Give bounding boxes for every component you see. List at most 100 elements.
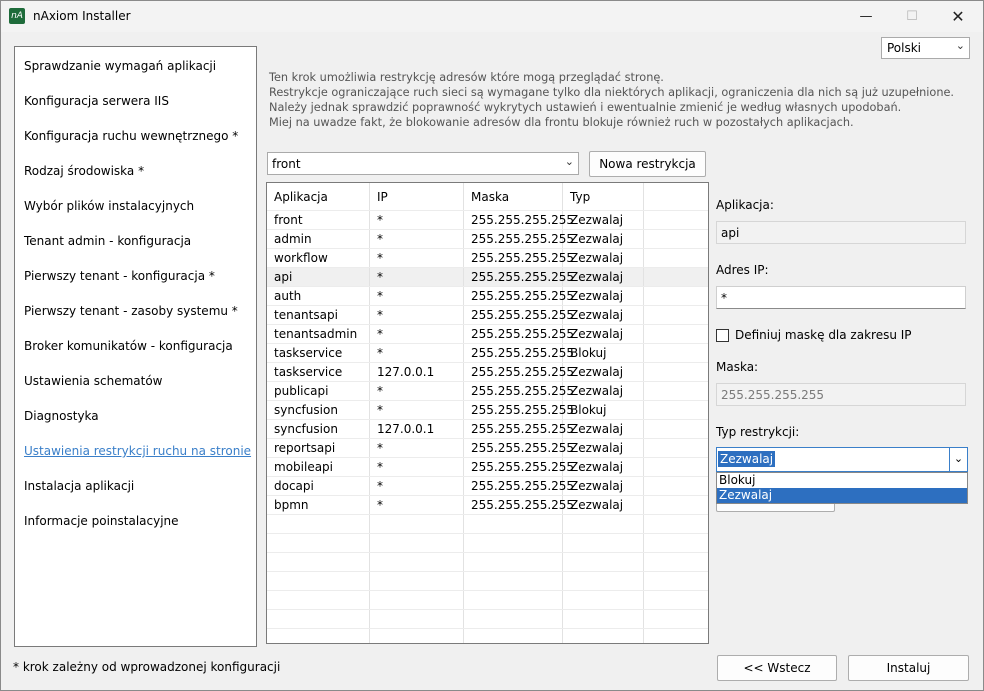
table-cell: Zezwalaj — [563, 439, 644, 458]
empty-table-cell — [563, 572, 644, 591]
language-value: Polski — [887, 41, 922, 55]
dropdown-option-zezwalaj[interactable]: Zezwalaj — [717, 488, 967, 503]
grid-line — [267, 495, 708, 496]
column-header-mask[interactable]: Maska — [464, 183, 563, 211]
step-item: Ustawienia schematów — [24, 374, 163, 388]
mask-label: Maska: — [716, 360, 759, 374]
table-row[interactable]: syncfusion * 255.255.255.255 Blokuj — [267, 401, 708, 420]
table-cell: api — [267, 268, 370, 287]
empty-table-cell — [464, 591, 563, 610]
table-cell: * — [370, 344, 464, 363]
empty-table-row — [267, 534, 708, 553]
table-row[interactable]: workflow * 255.255.255.255 Zezwalaj — [267, 249, 708, 268]
restrictions-table[interactable]: Aplikacja IP Maska Typ front * 255.255.255… — [266, 182, 709, 644]
table-cell: Zezwalaj — [563, 458, 644, 477]
empty-table-cell — [370, 591, 464, 610]
table-cell: * — [370, 458, 464, 477]
grid-line — [267, 552, 708, 553]
column-header-app[interactable]: Aplikacja — [267, 183, 370, 211]
table-cell: 255.255.255.255 — [464, 477, 574, 496]
table-cell: * — [370, 439, 464, 458]
table-cell: 127.0.0.1 — [370, 363, 464, 382]
empty-table-cell — [644, 534, 708, 553]
table-row[interactable]: tenantsapi * 255.255.255.255 Zezwalaj — [267, 306, 708, 325]
step-item[interactable]: Ustawienia restrykcji ruchu na stronie — [24, 444, 251, 458]
table-row[interactable]: publicapi * 255.255.255.255 Zezwalaj — [267, 382, 708, 401]
grid-line — [267, 628, 708, 629]
app-label: Aplikacja: — [716, 198, 774, 212]
empty-table-cell — [644, 515, 708, 534]
table-cell-filler — [644, 268, 708, 287]
dropdown-option-blokuj[interactable]: Blokuj — [717, 473, 967, 488]
type-label: Typ restrykcji: — [716, 425, 800, 439]
step-item: Diagnostyka — [24, 409, 99, 423]
table-row[interactable]: syncfusion 127.0.0.1 255.255.255.255 Zezwal… — [267, 420, 708, 439]
grid-line — [267, 400, 708, 401]
table-cell: * — [370, 306, 464, 325]
mask-field: 255.255.255.255 — [716, 383, 966, 406]
restriction-type-dropdown[interactable]: Blokuj Zezwalaj — [716, 472, 968, 504]
table-row[interactable]: reportsapi * 255.255.255.255 Zezwalaj — [267, 439, 708, 458]
maximize-button[interactable]: ☐ — [889, 1, 935, 32]
table-row[interactable]: api * 255.255.255.255 Zezwalaj — [267, 268, 708, 287]
empty-table-row — [267, 629, 708, 643]
empty-table-cell — [644, 629, 708, 643]
table-cell: Zezwalaj — [563, 382, 644, 401]
table-cell: 255.255.255.255 — [464, 363, 574, 382]
table-row[interactable]: taskservice 127.0.0.1 255.255.255.255 Zezwa… — [267, 363, 708, 382]
chevron-down-icon[interactable]: ⌄ — [949, 448, 967, 471]
table-row[interactable]: tenantsadmin * 255.255.255.255 Zezwalaj — [267, 325, 708, 344]
install-button[interactable]: Instaluj — [848, 655, 969, 681]
restriction-type-select[interactable]: Zezwalaj ⌄ — [716, 447, 968, 472]
table-cell: 255.255.255.255 — [464, 306, 574, 325]
table-row[interactable]: bpmn * 255.255.255.255 Zezwalaj — [267, 496, 708, 515]
mask-checkbox-label[interactable]: Definiuj maskę dla zakresu IP — [735, 328, 912, 342]
table-cell: * — [370, 211, 464, 230]
empty-table-cell — [644, 553, 708, 572]
table-cell: admin — [267, 230, 370, 249]
grid-line — [267, 362, 708, 363]
table-cell-filler — [644, 325, 708, 344]
back-button[interactable]: << Wstecz — [717, 655, 837, 681]
table-cell: Blokuj — [563, 401, 644, 420]
table-cell: mobileapi — [267, 458, 370, 477]
title-bar[interactable]: nA nAxiom Installer — ☐ ✕ — [1, 1, 983, 32]
step-item: Informacje poinstalacyjne — [24, 514, 179, 528]
table-cell-filler — [644, 306, 708, 325]
table-row[interactable]: front * 255.255.255.255 Zezwalaj — [267, 211, 708, 230]
close-button[interactable]: ✕ — [935, 1, 981, 32]
application-filter-value: front — [272, 157, 301, 171]
info-line: Należy jednak sprawdzić poprawność wykry… — [269, 101, 902, 114]
table-cell: * — [370, 230, 464, 249]
table-cell: front — [267, 211, 370, 230]
table-cell-filler — [644, 211, 708, 230]
table-row[interactable]: docapi * 255.255.255.255 Zezwalaj — [267, 477, 708, 496]
language-select[interactable]: Polski ⌄ — [881, 37, 970, 59]
table-cell: Zezwalaj — [563, 306, 644, 325]
table-cell: syncfusion — [267, 420, 370, 439]
empty-table-cell — [370, 534, 464, 553]
column-header-ip[interactable]: IP — [370, 183, 464, 211]
application-filter-select[interactable]: front ⌄ — [267, 152, 579, 175]
restriction-type-value: Zezwalaj — [718, 451, 776, 467]
grid-line — [267, 419, 708, 420]
ip-input[interactable]: * — [716, 286, 966, 309]
minimize-button[interactable]: — — [843, 1, 889, 32]
column-header-filler — [644, 183, 708, 211]
new-restriction-button[interactable]: Nowa restrykcja — [589, 151, 706, 177]
mask-checkbox[interactable] — [716, 329, 729, 342]
column-header-type[interactable]: Typ — [563, 183, 644, 211]
empty-table-row — [267, 553, 708, 572]
table-cell: * — [370, 325, 464, 344]
table-row[interactable]: auth * 255.255.255.255 Zezwalaj — [267, 287, 708, 306]
table-cell: Zezwalaj — [563, 268, 644, 287]
table-row[interactable]: admin * 255.255.255.255 Zezwalaj — [267, 230, 708, 249]
table-row[interactable]: mobileapi * 255.255.255.255 Zezwalaj — [267, 458, 708, 477]
table-row[interactable]: taskservice * 255.255.255.255 Blokuj — [267, 344, 708, 363]
table-cell-filler — [644, 496, 708, 515]
table-cell: 255.255.255.255 — [464, 496, 574, 515]
window-title: nAxiom Installer — [33, 9, 131, 23]
empty-table-cell — [644, 572, 708, 591]
table-cell: 255.255.255.255 — [464, 401, 574, 420]
table-cell-filler — [644, 477, 708, 496]
